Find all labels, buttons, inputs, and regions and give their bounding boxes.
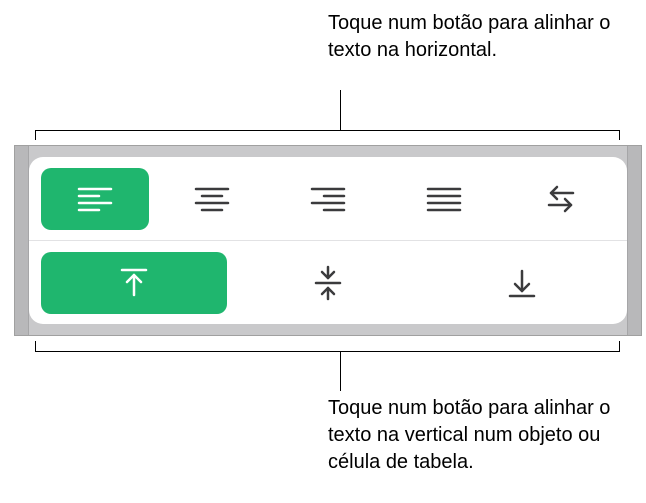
alignment-panel: [14, 145, 642, 336]
leader-line: [35, 351, 620, 352]
leader-line: [35, 341, 36, 351]
callout-horizontal: Toque num botão para alinhar o texto na …: [328, 10, 646, 64]
valign-bottom-icon: [507, 267, 537, 299]
panel-edge: [627, 146, 641, 335]
leader-line: [340, 351, 341, 391]
valign-middle-icon: [313, 265, 343, 301]
align-center-icon: [194, 186, 230, 212]
valign-bottom-button[interactable]: [429, 252, 615, 314]
align-right-button[interactable]: [274, 168, 382, 230]
leader-line: [35, 130, 36, 140]
leader-line: [619, 341, 620, 351]
valign-top-icon: [119, 267, 149, 299]
horizontal-alignment-row: [29, 157, 627, 241]
align-justify-icon: [426, 186, 462, 212]
text-direction-icon: [543, 184, 579, 214]
callout-vertical: Toque num botão para alinhar o texto na …: [328, 395, 646, 476]
valign-top-button[interactable]: [41, 252, 227, 314]
align-justify-button[interactable]: [390, 168, 498, 230]
valign-middle-button[interactable]: [235, 252, 421, 314]
align-left-icon: [77, 186, 113, 212]
align-left-button[interactable]: [41, 168, 149, 230]
leader-line: [619, 130, 620, 140]
vertical-alignment-row: [29, 241, 627, 324]
leader-line: [35, 130, 620, 131]
alignment-controls: [29, 157, 627, 324]
text-direction-button[interactable]: [507, 168, 615, 230]
leader-line: [340, 90, 341, 130]
align-center-button[interactable]: [157, 168, 265, 230]
panel-edge: [15, 146, 29, 335]
align-right-icon: [310, 186, 346, 212]
